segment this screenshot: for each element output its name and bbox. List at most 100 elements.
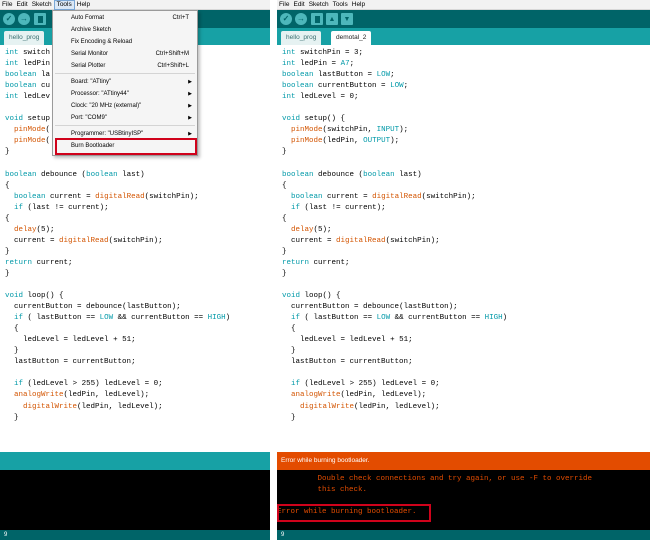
arrow-right-icon: → bbox=[20, 14, 28, 23]
code-line: void loop() { bbox=[282, 292, 341, 301]
code-line: analogWrite(ledPin, ledLevel); bbox=[14, 391, 150, 400]
code-line: current = digitalRead(switchPin); bbox=[14, 236, 163, 245]
check-icon: ✓ bbox=[5, 14, 13, 23]
menu-item-clock-20-mhz-external[interactable]: Clock: "20 MHz (external)" ▶ bbox=[53, 101, 197, 111]
new-button[interactable] bbox=[311, 13, 323, 25]
code-line: lastButton = currentButton; bbox=[291, 358, 413, 367]
code-line: boolean current = digitalRead(switchPin)… bbox=[14, 192, 199, 201]
console-header bbox=[0, 452, 270, 470]
menu-item-processor-attiny44[interactable]: Processor: "ATtiny44" ▶ bbox=[53, 89, 197, 99]
divider bbox=[270, 0, 277, 540]
menu-help[interactable]: Help bbox=[75, 0, 92, 10]
menu-item-serial-plotter[interactable]: Serial Plotter Ctrl+Shift+L bbox=[53, 61, 197, 71]
code-line: delay(5); bbox=[291, 225, 332, 234]
code-line: if (ledLevel > 255) ledLevel = 0; bbox=[14, 380, 163, 389]
menu-file[interactable]: File bbox=[277, 0, 291, 10]
code-line: int ledLevel = 0; bbox=[282, 93, 359, 102]
new-button[interactable] bbox=[34, 13, 46, 25]
code-line: currentButton = debounce(lastButton); bbox=[291, 303, 458, 312]
menu-item-board-attiny[interactable]: Board: "ATtiny" ▶ bbox=[53, 77, 197, 87]
code-line: } bbox=[5, 247, 10, 256]
code-line: lastButton = currentButton; bbox=[14, 358, 136, 367]
menu-item-archive-sketch[interactable]: Archive Sketch bbox=[53, 25, 197, 35]
code-line: ledLevel = ledLevel + 51; bbox=[300, 336, 413, 345]
tab-hello-prog[interactable]: hello_prog bbox=[4, 31, 45, 45]
upload-button[interactable]: → bbox=[18, 13, 30, 25]
menu-item-port-com9[interactable]: Port: "COM9" ▶ bbox=[53, 113, 197, 123]
menu-edit[interactable]: Edit bbox=[291, 0, 306, 10]
menu-item-shortcut: Ctrl+T bbox=[172, 15, 190, 21]
code-line: } bbox=[282, 247, 287, 256]
code-line: } bbox=[5, 413, 19, 422]
submenu-arrow-icon: ▶ bbox=[188, 91, 192, 97]
submenu-arrow-icon: ▶ bbox=[188, 115, 192, 121]
code-line: current = digitalRead(switchPin); bbox=[291, 236, 440, 245]
status-bar: 9 bbox=[277, 530, 650, 540]
code-line: return current; bbox=[282, 258, 350, 267]
code-line: delay(5); bbox=[14, 225, 55, 234]
console-output bbox=[0, 470, 270, 530]
console-line: Double check connections and try again, … bbox=[277, 475, 593, 483]
code-line: { bbox=[5, 325, 19, 334]
tab-hello-prog[interactable]: hello_prog bbox=[281, 31, 322, 45]
menu-tools[interactable]: Tools bbox=[331, 0, 350, 10]
code-line: } bbox=[282, 148, 287, 157]
menu-separator bbox=[55, 125, 195, 126]
submenu-arrow-icon: ▶ bbox=[188, 79, 192, 85]
menu-item-label: Serial Monitor bbox=[71, 51, 109, 57]
menu-item-serial-monitor[interactable]: Serial Monitor Ctrl+Shift+M bbox=[53, 49, 197, 59]
left-ide-window: File Edit Sketch Tools Help ✓ → hello_prog i… bbox=[0, 0, 270, 540]
arrow-right-icon: → bbox=[297, 14, 305, 23]
code-line: void loop() { bbox=[5, 292, 64, 301]
code-line: if (ledLevel > 255) ledLevel = 0; bbox=[291, 380, 440, 389]
menu-item-shortcut: Ctrl+Shift+L bbox=[157, 63, 189, 69]
code-line: boolean current = digitalRead(switchPin)… bbox=[291, 192, 476, 201]
code-line: digitalWrite(ledPin, ledLevel); bbox=[23, 402, 163, 411]
code-line: { bbox=[5, 181, 10, 190]
code-line: pinMode(ledPin, OUTPUT); bbox=[291, 137, 400, 146]
upload-button[interactable]: → bbox=[295, 13, 307, 25]
menu-item-label: Auto Format bbox=[71, 15, 105, 21]
code-line: boolean lastButton = LOW; bbox=[282, 71, 395, 80]
menu-item-label: Clock: "20 MHz (external)" bbox=[71, 103, 142, 109]
menu-sketch[interactable]: Sketch bbox=[307, 0, 331, 10]
menu-item-shortcut: Ctrl+Shift+M bbox=[155, 51, 189, 57]
new-file-icon bbox=[37, 15, 43, 23]
menu-item-label: Archive Sketch bbox=[71, 27, 112, 33]
error-message-highlight bbox=[277, 504, 431, 522]
code-line: boolean currentButton = LOW; bbox=[282, 82, 409, 91]
menu-item-label: Processor: "ATtiny44" bbox=[71, 91, 129, 97]
verify-button[interactable]: ✓ bbox=[280, 13, 292, 25]
tools-dropdown-menu: Auto Format Ctrl+T Archive Sketch Fix Encod… bbox=[52, 10, 198, 156]
menu-item-auto-format[interactable]: Auto Format Ctrl+T bbox=[53, 13, 197, 23]
status-bar: 9 bbox=[0, 530, 270, 540]
code-editor[interactable]: int switchPin = 3; int ledPin = A7; boolea… bbox=[277, 45, 650, 452]
tab-bar: hello_prog demotal_2 bbox=[277, 28, 650, 45]
code-line: } bbox=[282, 269, 287, 278]
menu-item-fix-encoding-reload[interactable]: Fix Encoding & Reload bbox=[53, 37, 197, 47]
menu-item-label: Fix Encoding & Reload bbox=[71, 39, 133, 45]
tab-demotal-2[interactable]: demotal_2 bbox=[331, 31, 372, 45]
code-line: { bbox=[282, 325, 296, 334]
code-line: } bbox=[282, 347, 296, 356]
menu-tools[interactable]: Tools bbox=[53, 0, 75, 10]
code-line: pinMode(switchPin, INPUT); bbox=[291, 126, 409, 135]
menu-edit[interactable]: Edit bbox=[14, 0, 29, 10]
menu-item-label: Programmer: "USBtinyISP" bbox=[71, 131, 144, 137]
verify-button[interactable]: ✓ bbox=[3, 13, 15, 25]
code-line: currentButton = debounce(lastButton); bbox=[14, 303, 181, 312]
menu-item-label: Serial Plotter bbox=[71, 63, 106, 69]
code-line: if (last != current); bbox=[291, 203, 386, 212]
menu-sketch[interactable]: Sketch bbox=[30, 0, 54, 10]
open-button[interactable]: ▲ bbox=[326, 13, 338, 25]
code-line: if ( lastButton == LOW && currentButton … bbox=[291, 314, 508, 323]
console-header-error: Error while burning bootloader. bbox=[277, 452, 650, 470]
code-line: { bbox=[282, 214, 287, 223]
menu-file[interactable]: File bbox=[0, 0, 14, 10]
menu-help[interactable]: Help bbox=[350, 0, 367, 10]
code-line: } bbox=[5, 347, 19, 356]
menu-bar: File Edit Sketch Tools Help bbox=[0, 0, 270, 10]
save-button[interactable]: ▼ bbox=[341, 13, 353, 25]
